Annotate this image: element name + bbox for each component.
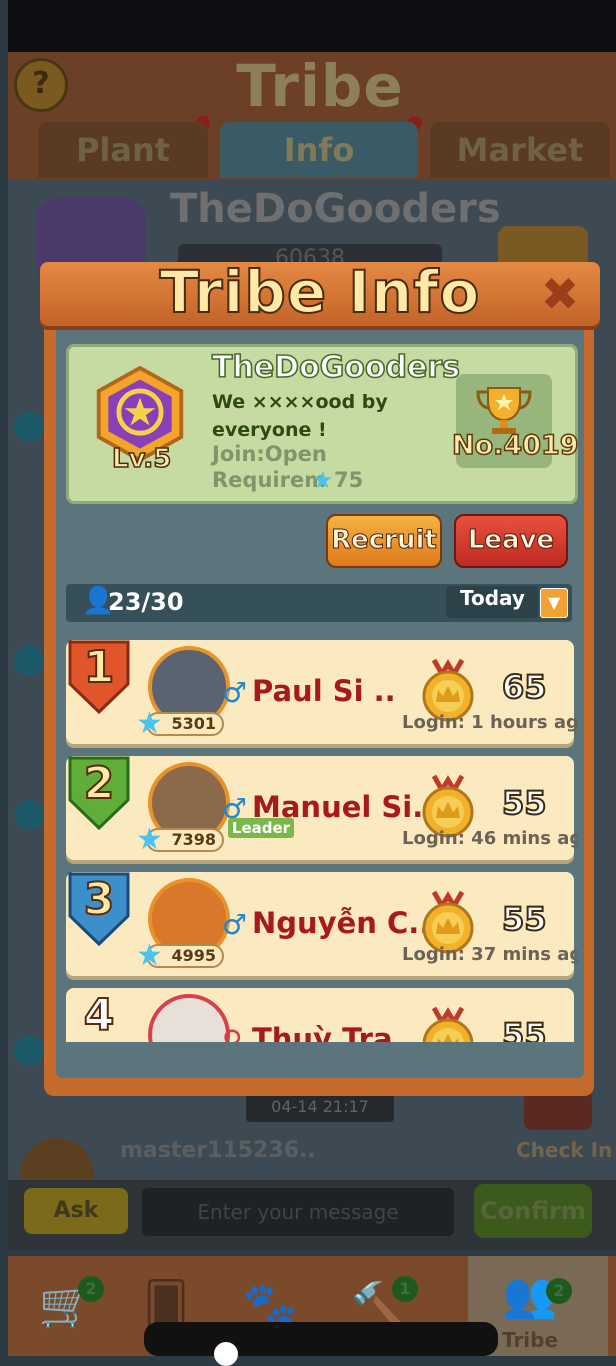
- tab-info[interactable]: Info: [220, 122, 418, 178]
- chat-username: master115236..: [120, 1138, 316, 1163]
- leader-badge: Leader: [228, 818, 294, 838]
- system-slider-knob[interactable]: [214, 1342, 238, 1366]
- member-login: Login: 37 mins ago: [402, 944, 578, 965]
- recruit-button[interactable]: Recruit: [326, 514, 442, 568]
- member-name: Nguyễn C..: [252, 906, 431, 940]
- member-rank: 2: [83, 757, 116, 810]
- background-tribe-name: TheDoGooders: [170, 186, 501, 232]
- system-home-bar: [144, 1322, 498, 1356]
- member-score: 65: [501, 667, 548, 707]
- screen-title: Tribe: [236, 52, 404, 120]
- member-list[interactable]: 1 5301 ★ ♂ Paul Si .. 65 Login: 1 hours …: [62, 632, 578, 1042]
- male-icon: ♂: [222, 676, 248, 709]
- member-name: Paul Si ..: [252, 674, 396, 708]
- ask-button[interactable]: Ask: [24, 1188, 128, 1234]
- tribe-name: TheDoGooders: [211, 349, 461, 386]
- leave-button[interactable]: Leave: [454, 514, 568, 568]
- nav-shop[interactable]: 🛒: [16, 1256, 116, 1356]
- star-icon: ★: [136, 822, 163, 857]
- nav-tribe-badge: 2: [546, 1278, 572, 1304]
- time-filter-label[interactable]: Today: [460, 586, 525, 610]
- tab-market[interactable]: Market: [430, 122, 610, 178]
- nav-tribe-label: Tribe: [502, 1328, 559, 1352]
- member-login: Login: 46 mins ago: [402, 828, 578, 849]
- dialog-title: Tribe Info: [159, 257, 481, 327]
- male-icon: ♂: [222, 908, 248, 941]
- member-rank: 4: [83, 989, 116, 1042]
- message-input[interactable]: [142, 1188, 454, 1236]
- member-row[interactable]: 2 7398 ★ ♂ Manuel Si.. Leader 55 Login: …: [66, 756, 578, 860]
- nav-shop-badge: 2: [78, 1276, 104, 1302]
- member-score: 55: [501, 783, 548, 823]
- member-row[interactable]: 1 5301 ★ ♂ Paul Si .. 65 Login: 1 hours …: [66, 640, 578, 744]
- member-rank: 3: [83, 873, 116, 926]
- member-row[interactable]: 4 ♀ Thuỳ Tra 55: [66, 988, 574, 1042]
- female-icon: ♀: [222, 1024, 243, 1042]
- close-button[interactable]: ✖: [536, 270, 584, 318]
- nav-hammer-badge: 1: [392, 1276, 418, 1302]
- check-in-icon[interactable]: [524, 1090, 592, 1130]
- join-status: Join:Open: [212, 442, 327, 466]
- tribe-motto: We ××××ood by everyone !: [212, 391, 388, 441]
- check-in-label[interactable]: Check In: [516, 1138, 612, 1162]
- member-rank: 1: [83, 641, 116, 694]
- member-login: Login: 1 hours ago: [402, 712, 578, 733]
- member-count: 23/30: [108, 588, 184, 616]
- member-score: 55: [501, 1015, 548, 1042]
- member-name: Thuỳ Tra: [252, 1022, 393, 1042]
- tribe-level: Lv.5: [111, 443, 172, 475]
- member-score: 55: [501, 899, 548, 939]
- star-icon: [14, 800, 44, 830]
- requirement-value: 75: [334, 468, 364, 492]
- help-button[interactable]: ?: [14, 58, 68, 112]
- star-icon: [14, 412, 44, 442]
- avatar[interactable]: [148, 994, 230, 1042]
- star-icon: [14, 646, 44, 676]
- tribe-rank: No.4019: [451, 429, 579, 462]
- star-icon: ★: [136, 938, 163, 973]
- requirement-label: Requirem: [212, 468, 327, 492]
- confirm-button[interactable]: Confirm: [474, 1184, 592, 1238]
- chevron-down-icon[interactable]: ▼: [540, 588, 568, 618]
- star-icon: [14, 1036, 44, 1066]
- member-row[interactable]: 3 4995 ★ ♂ Nguyễn C.. 55 Login: 37 mins …: [66, 872, 578, 976]
- crown-medal-icon: [422, 1006, 474, 1042]
- chat-timestamp: 04-14 21:17: [246, 1092, 394, 1122]
- star-icon: ★: [136, 706, 163, 741]
- star-icon: ★: [312, 466, 334, 494]
- tab-plant[interactable]: Plant: [38, 122, 208, 178]
- status-bar: [8, 0, 616, 52]
